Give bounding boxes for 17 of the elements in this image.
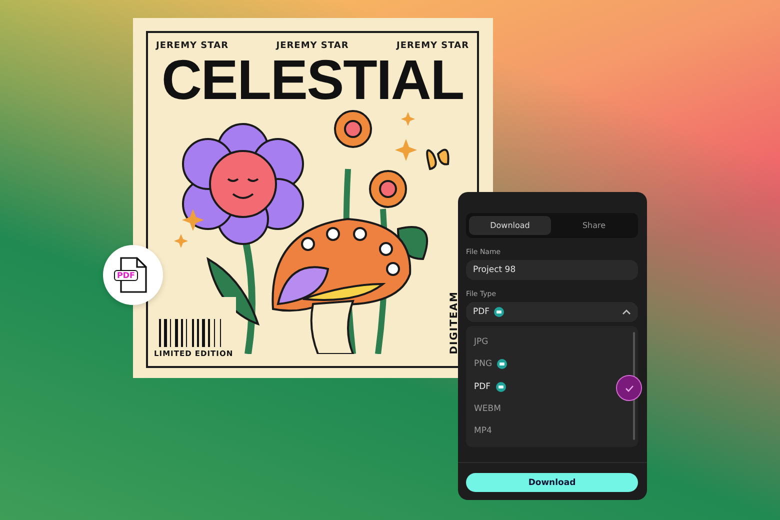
- file-type-label: PDF: [114, 270, 138, 281]
- file-type-option[interactable]: WEBM: [466, 398, 509, 420]
- file-type-option[interactable]: MP4: [466, 420, 500, 442]
- selected-value: PDF: [473, 307, 490, 317]
- file-name-field[interactable]: Project 98: [466, 260, 638, 280]
- artist-name: JEREMY STAR: [276, 41, 349, 51]
- artist-name: JEREMY STAR: [156, 41, 228, 51]
- download-button[interactable]: Download: [466, 473, 638, 492]
- artist-name: JEREMY STAR: [396, 41, 469, 51]
- file-type-option[interactable]: PDF: [466, 375, 514, 398]
- file-type-option[interactable]: PNG: [466, 353, 516, 376]
- tab[interactable]: Share: [553, 216, 635, 235]
- file-type-dropdown[interactable]: PDF: [466, 302, 638, 322]
- album-title: CELESTIAL: [161, 51, 464, 109]
- file-type-option[interactable]: JPG: [466, 331, 496, 354]
- tab[interactable]: Download: [469, 216, 551, 235]
- publisher-label: DIGITEAM: [449, 290, 460, 354]
